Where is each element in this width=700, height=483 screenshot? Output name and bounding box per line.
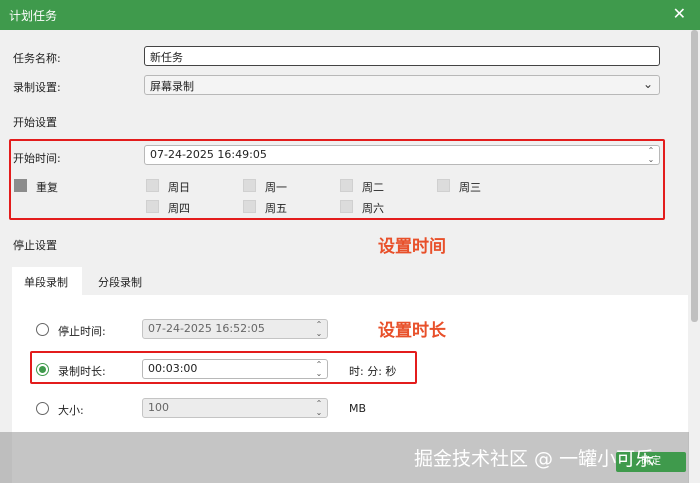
stop-section-heading: 停止设置 bbox=[13, 239, 57, 252]
record-setting-value: 屏幕录制 bbox=[150, 80, 194, 93]
size-label: 大小: bbox=[58, 404, 84, 417]
tab-single[interactable]: 单段录制 bbox=[12, 267, 82, 295]
watermark-text: 掘金技术社区 @ 一罐小可乐 bbox=[414, 448, 655, 470]
stop-time-value: 07-24-2025 16:52:05 bbox=[148, 322, 265, 335]
annotation-set-duration: 设置时长 bbox=[378, 321, 446, 341]
duration-highlight-box bbox=[30, 351, 417, 384]
scrollbar-thumb[interactable] bbox=[691, 30, 698, 322]
start-section-heading: 开始设置 bbox=[13, 116, 57, 129]
record-setting-select[interactable]: 屏幕录制 ⌄ bbox=[144, 75, 660, 95]
size-radio[interactable] bbox=[36, 402, 49, 415]
task-name-value: 新任务 bbox=[150, 51, 183, 64]
stop-time-input[interactable]: 07-24-2025 16:52:05 ⌃ ⌄ bbox=[142, 319, 328, 339]
size-input[interactable]: 100 ⌃ ⌄ bbox=[142, 398, 328, 418]
close-icon[interactable]: ✕ bbox=[673, 4, 686, 24]
task-name-input[interactable]: 新任务 bbox=[144, 46, 660, 66]
stop-time-label: 停止时间: bbox=[58, 325, 106, 338]
spinner-icon[interactable]: ⌃ ⌄ bbox=[314, 399, 324, 417]
task-name-label: 任务名称: bbox=[13, 52, 61, 65]
tab-segmented[interactable]: 分段录制 bbox=[86, 267, 166, 295]
spinner-icon[interactable]: ⌃ ⌄ bbox=[314, 320, 324, 338]
start-highlight-box bbox=[9, 139, 665, 220]
title-bar: 计划任务 ✕ bbox=[0, 0, 700, 30]
chevron-down-icon: ⌄ bbox=[642, 77, 653, 91]
scrollbar[interactable] bbox=[689, 30, 700, 483]
record-setting-label: 录制设置: bbox=[13, 81, 61, 94]
window-title: 计划任务 bbox=[9, 9, 58, 23]
size-value: 100 bbox=[148, 401, 169, 414]
annotation-set-time: 设置时间 bbox=[378, 237, 446, 257]
size-unit: MB bbox=[349, 402, 367, 415]
stop-time-radio[interactable] bbox=[36, 323, 49, 336]
